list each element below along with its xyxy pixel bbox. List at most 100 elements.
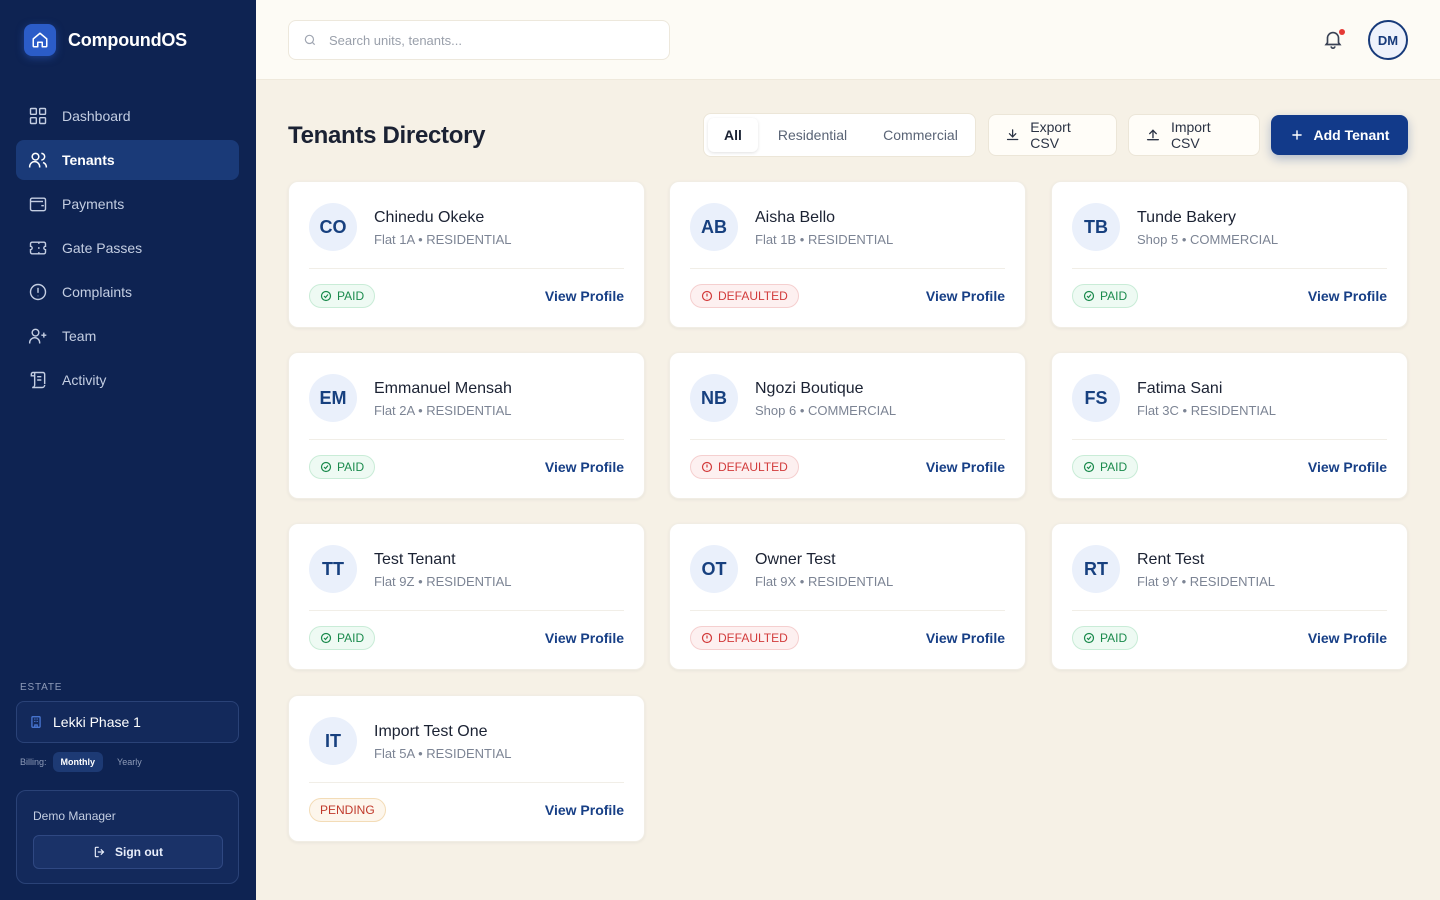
tenant-type: RESIDENTIAL: [807, 574, 894, 589]
status-badge: DEFAULTED: [690, 455, 799, 479]
status-label: PAID: [337, 460, 365, 474]
check-circle-icon: [1083, 632, 1095, 644]
brand[interactable]: CompoundOS: [24, 24, 187, 56]
view-profile-link[interactable]: View Profile: [926, 459, 1005, 475]
tenant-name: Fatima Sani: [1137, 380, 1223, 397]
tenant-avatar: TB: [1072, 203, 1120, 251]
tab-commercial[interactable]: Commercial: [867, 118, 974, 152]
divider: [309, 268, 624, 269]
tenant-unit: Flat 1B: [755, 232, 797, 247]
tenant-name: Import Test One: [374, 723, 488, 740]
sidebar-item-team[interactable]: Team: [16, 316, 239, 356]
tenant-card: FS Fatima Sani Flat 3C • RESIDENTIAL PAID Vi…: [1051, 352, 1408, 499]
view-profile-link[interactable]: View Profile: [1308, 459, 1387, 475]
sidebar-item-activity[interactable]: Activity: [16, 360, 239, 400]
billing-yearly-option[interactable]: Yearly: [109, 752, 150, 772]
view-profile-link[interactable]: View Profile: [1308, 630, 1387, 646]
ticket-icon: [29, 241, 47, 255]
sidebar-item-label: Tenants: [62, 152, 115, 168]
tab-all[interactable]: All: [708, 118, 758, 152]
sidebar-item-label: Team: [62, 328, 97, 344]
view-profile-link[interactable]: View Profile: [545, 802, 624, 818]
divider: [690, 268, 1005, 269]
tenant-unit: Shop 6: [755, 403, 797, 418]
status-label: PAID: [1100, 289, 1128, 303]
tenant-name: Test Tenant: [374, 551, 456, 568]
tenant-unit: Flat 1A: [374, 232, 415, 247]
sidebar-item-label: Complaints: [62, 284, 133, 300]
sidebar-item-payments[interactable]: Payments: [16, 184, 239, 224]
alert-circle-icon: [701, 461, 713, 473]
tenant-type: RESIDENTIAL: [426, 574, 512, 589]
view-profile-link[interactable]: View Profile: [1308, 288, 1387, 304]
log-out-icon: [94, 846, 105, 858]
tenant-avatar: IT: [309, 717, 357, 765]
users-icon: [28, 152, 48, 168]
view-profile-link[interactable]: View Profile: [926, 630, 1005, 646]
estate-selector[interactable]: Lekki Phase 1: [16, 701, 239, 743]
tenant-card: RT Rent Test Flat 9Y • RESIDENTIAL PAID View…: [1051, 523, 1408, 670]
divider: [309, 439, 624, 440]
import-csv-button[interactable]: Import CSV: [1128, 114, 1260, 156]
tenant-unit: Shop 5: [1137, 232, 1179, 247]
sign-out-button[interactable]: Sign out: [33, 835, 223, 869]
sidebar-item-tenants[interactable]: Tenants: [16, 140, 239, 180]
tenant-avatar: CO: [309, 203, 357, 251]
tenant-unit: Flat 9Z: [374, 574, 415, 589]
estate-label: ESTATE: [20, 682, 63, 693]
tenant-type: RESIDENTIAL: [807, 232, 894, 247]
view-profile-link[interactable]: View Profile: [545, 288, 624, 304]
status-label: DEFAULTED: [718, 460, 788, 474]
sidebar-nav: Dashboard Tenants Payments Gate Passes C…: [16, 96, 239, 404]
divider: [690, 610, 1005, 611]
divider: [690, 439, 1005, 440]
status-badge: PAID: [309, 626, 376, 650]
divider: [1072, 268, 1387, 269]
status-badge: PAID: [1072, 284, 1139, 308]
status-label: PAID: [337, 631, 365, 645]
tenant-name: Emmanuel Mensah: [374, 380, 512, 397]
sidebar-item-gate-passes[interactable]: Gate Passes: [16, 228, 239, 268]
status-badge: DEFAULTED: [690, 626, 799, 650]
tenant-avatar: FS: [1072, 374, 1120, 422]
search-box[interactable]: [288, 20, 670, 60]
tenant-type: RESIDENTIAL: [1189, 574, 1275, 589]
billing-label: Billing:: [20, 757, 47, 767]
avatar[interactable]: DM: [1368, 20, 1408, 60]
search-input[interactable]: [329, 32, 649, 48]
tenant-card: IT Import Test One Flat 5A • RESIDENTIAL PE…: [288, 695, 645, 842]
add-tenant-button[interactable]: Add Tenant: [1271, 115, 1408, 155]
plus-icon: [1291, 130, 1302, 140]
check-circle-icon: [320, 632, 332, 644]
add-tenant-label: Add Tenant: [1313, 127, 1390, 143]
check-circle-icon: [320, 290, 332, 302]
dashboard-icon: [29, 107, 47, 125]
divider: [1072, 610, 1387, 611]
billing-toggle: Billing: Monthly Yearly: [20, 752, 150, 772]
download-icon: [1006, 129, 1019, 141]
tenant-unit: Flat 9Y: [1137, 574, 1178, 589]
view-profile-link[interactable]: View Profile: [545, 630, 624, 646]
estate-name: Lekki Phase 1: [53, 714, 141, 730]
tenant-unit: Flat 9X: [755, 574, 797, 589]
tenant-unit-type: Flat 3C • RESIDENTIAL: [1137, 403, 1276, 418]
view-profile-link[interactable]: View Profile: [545, 459, 624, 475]
scroll-icon: [30, 371, 46, 389]
alert-circle-icon: [701, 632, 713, 644]
export-csv-button[interactable]: Export CSV: [988, 114, 1117, 156]
tenant-name: Chinedu Okeke: [374, 209, 485, 226]
sidebar-item-complaints[interactable]: Complaints: [16, 272, 239, 312]
status-label: DEFAULTED: [718, 289, 788, 303]
tenant-unit-type: Flat 1B • RESIDENTIAL: [755, 232, 894, 247]
tenant-name: Ngozi Boutique: [755, 380, 864, 397]
tenant-avatar: AB: [690, 203, 738, 251]
notifications-button[interactable]: [1322, 28, 1346, 52]
divider: [309, 610, 624, 611]
upload-icon: [1146, 129, 1159, 141]
billing-monthly-option[interactable]: Monthly: [52, 752, 104, 772]
view-profile-link[interactable]: View Profile: [926, 288, 1005, 304]
status-badge: PAID: [1072, 626, 1139, 650]
tab-residential[interactable]: Residential: [762, 118, 863, 152]
sidebar-item-dashboard[interactable]: Dashboard: [16, 96, 239, 136]
user-plus-icon: [28, 328, 47, 344]
